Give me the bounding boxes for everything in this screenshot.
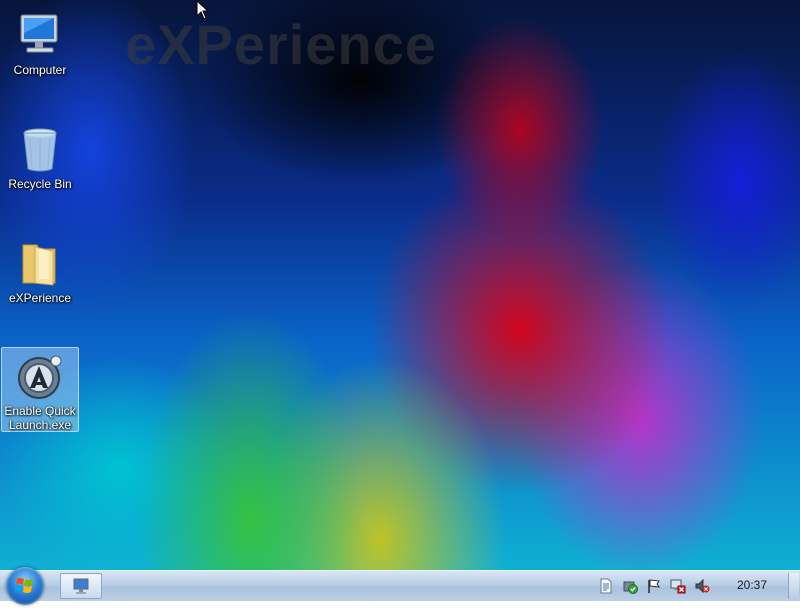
network-disconnected-icon[interactable] <box>670 578 686 594</box>
document-icon[interactable] <box>598 578 614 594</box>
desktop-icon-experience-folder[interactable]: eXPerience <box>1 234 79 318</box>
desktop-icon-computer[interactable]: Computer <box>1 6 79 90</box>
windows-logo-icon <box>15 578 33 593</box>
security-shield-icon[interactable] <box>622 578 638 594</box>
desktop-icon-enable-quick-launch[interactable]: Enable Quick Launch.exe <box>1 347 79 432</box>
desktop-icon-label: Computer <box>13 63 67 77</box>
taskbar-clock[interactable]: 20:37 <box>728 578 776 592</box>
taskbar-pinned-remote-desktop[interactable] <box>60 573 102 599</box>
mouse-pointer-icon <box>196 0 210 20</box>
desktop-icon-label: Recycle Bin <box>8 177 72 191</box>
wallpaper-watermark: eXPerience <box>125 13 437 76</box>
remote-desktop-icon <box>73 578 89 594</box>
desktop-icon-label: eXPerience <box>8 291 72 305</box>
action-center-flag-icon[interactable] <box>646 578 662 594</box>
desktop-background[interactable]: eXPerience Computer Recycle Bin eXPerien… <box>0 0 800 570</box>
show-desktop-button[interactable] <box>788 573 799 599</box>
volume-muted-icon[interactable] <box>694 578 710 594</box>
desktop-icon-recycle-bin[interactable]: Recycle Bin <box>1 120 79 204</box>
app-shortcut-icon <box>15 352 65 402</box>
recycle-bin-icon <box>15 125 65 175</box>
start-button[interactable] <box>6 567 44 605</box>
folder-icon <box>15 239 65 289</box>
computer-icon <box>15 11 65 61</box>
taskbar: 20:37 <box>0 567 800 605</box>
desktop-icon-label: Enable Quick Launch.exe <box>4 404 76 432</box>
